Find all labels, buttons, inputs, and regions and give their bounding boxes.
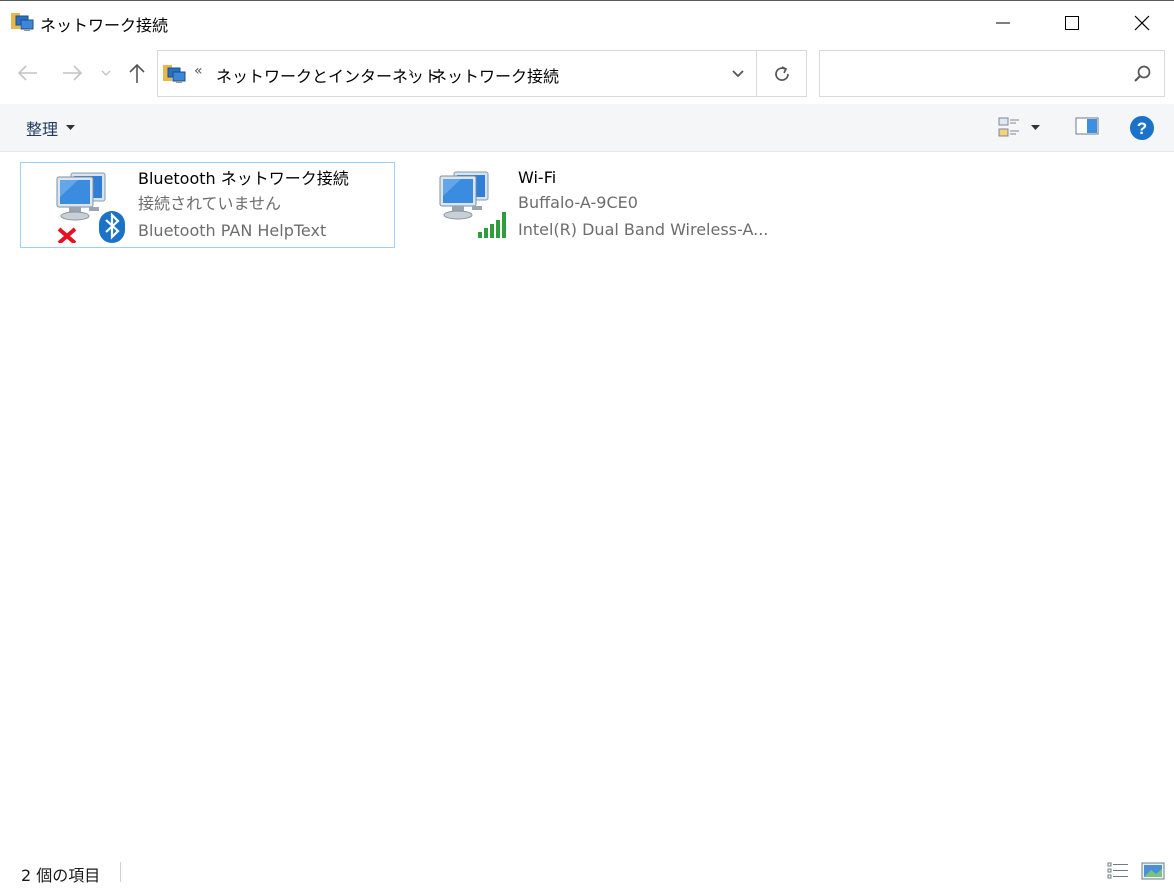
details-view-button[interactable] bbox=[1106, 860, 1130, 882]
network-folder-icon bbox=[10, 11, 34, 33]
breadcrumb-overflow-button[interactable]: « bbox=[194, 63, 203, 79]
preview-pane-button[interactable] bbox=[1074, 115, 1102, 141]
change-view-button[interactable] bbox=[997, 114, 1049, 142]
organize-menu-button[interactable]: 整理 bbox=[26, 116, 76, 140]
connection-text-bluetooth: Bluetooth ネットワーク接続 接続されていません Bluetooth P… bbox=[138, 168, 349, 244]
connection-name: Wi-Fi bbox=[518, 168, 557, 187]
bluetooth-network-icon bbox=[53, 167, 131, 245]
connection-name: Bluetooth ネットワーク接続 bbox=[138, 169, 349, 188]
help-button[interactable]: ? bbox=[1129, 115, 1155, 141]
status-divider bbox=[120, 862, 121, 882]
caret-down-icon bbox=[66, 125, 76, 130]
title-bar: ネットワーク接続 bbox=[0, 0, 1174, 46]
view-options-icon bbox=[998, 117, 1019, 137]
connection-device: Intel(R) Dual Band Wireless-A... bbox=[518, 220, 769, 239]
refresh-button[interactable] bbox=[757, 51, 807, 96]
caret-down-icon bbox=[1031, 125, 1040, 130]
bluetooth-icon bbox=[99, 211, 125, 243]
forward-button[interactable] bbox=[57, 58, 87, 88]
connections-list: Bluetooth ネットワーク接続 接続されていません Bluetooth P… bbox=[0, 153, 1174, 853]
large-icons-view-button[interactable] bbox=[1140, 860, 1166, 882]
breadcrumb-network-internet[interactable]: ネットワークとインターネット bbox=[216, 63, 440, 87]
chevron-down-icon bbox=[101, 70, 111, 76]
large-icons-view-icon bbox=[1141, 862, 1165, 880]
arrow-up-icon bbox=[129, 63, 145, 83]
minimize-icon bbox=[996, 22, 1010, 24]
preview-pane-icon bbox=[1075, 117, 1099, 135]
connection-item-wifi[interactable]: Wi-Fi Buffalo-A-9CE0 Intel(R) Dual Band … bbox=[432, 162, 812, 248]
connection-text-wifi: Wi-Fi Buffalo-A-9CE0 Intel(R) Dual Band … bbox=[518, 167, 768, 243]
recent-locations-button[interactable] bbox=[95, 58, 117, 88]
breadcrumb-network-connections[interactable]: ネットワーク接続 bbox=[431, 63, 559, 87]
chevron-down-icon bbox=[732, 70, 744, 78]
connection-status: Buffalo-A-9CE0 bbox=[518, 193, 638, 212]
address-bar[interactable]: « ネットワークとインターネット › ネットワーク接続 bbox=[157, 50, 807, 97]
connection-status: 接続されていません bbox=[138, 194, 282, 213]
arrow-right-icon bbox=[63, 65, 83, 81]
close-icon bbox=[1134, 15, 1150, 31]
svg-text:?: ? bbox=[1137, 119, 1147, 138]
maximize-button[interactable] bbox=[1049, 1, 1095, 45]
organize-label: 整理 bbox=[26, 120, 59, 139]
window-title: ネットワーク接続 bbox=[40, 16, 169, 35]
refresh-icon bbox=[775, 65, 789, 81]
arrow-left-icon bbox=[17, 65, 37, 81]
network-folder-icon bbox=[162, 63, 186, 85]
item-count: 2 個の項目 bbox=[21, 866, 101, 885]
maximize-icon bbox=[1065, 16, 1079, 30]
breadcrumb-separator[interactable]: › bbox=[408, 63, 414, 81]
navigation-bar: « ネットワークとインターネット › ネットワーク接続 bbox=[0, 46, 1174, 102]
status-bar: 2 個の項目 bbox=[0, 856, 1174, 888]
signal-strength-icon bbox=[478, 212, 506, 238]
close-button[interactable] bbox=[1119, 1, 1165, 45]
up-button[interactable] bbox=[122, 58, 152, 88]
search-icon[interactable] bbox=[1132, 64, 1152, 84]
connection-device: Bluetooth PAN HelpText bbox=[138, 221, 327, 240]
wifi-network-icon bbox=[436, 166, 514, 242]
connection-item-bluetooth[interactable]: Bluetooth ネットワーク接続 接続されていません Bluetooth P… bbox=[20, 162, 395, 248]
search-input[interactable] bbox=[819, 50, 1165, 97]
back-button[interactable] bbox=[13, 58, 43, 88]
address-dropdown-button[interactable] bbox=[720, 51, 756, 96]
command-bar: 整理 ? bbox=[0, 104, 1174, 152]
help-icon: ? bbox=[1130, 116, 1154, 140]
disconnected-icon bbox=[57, 227, 77, 245]
details-view-icon bbox=[1107, 862, 1128, 879]
minimize-button[interactable] bbox=[980, 1, 1026, 45]
